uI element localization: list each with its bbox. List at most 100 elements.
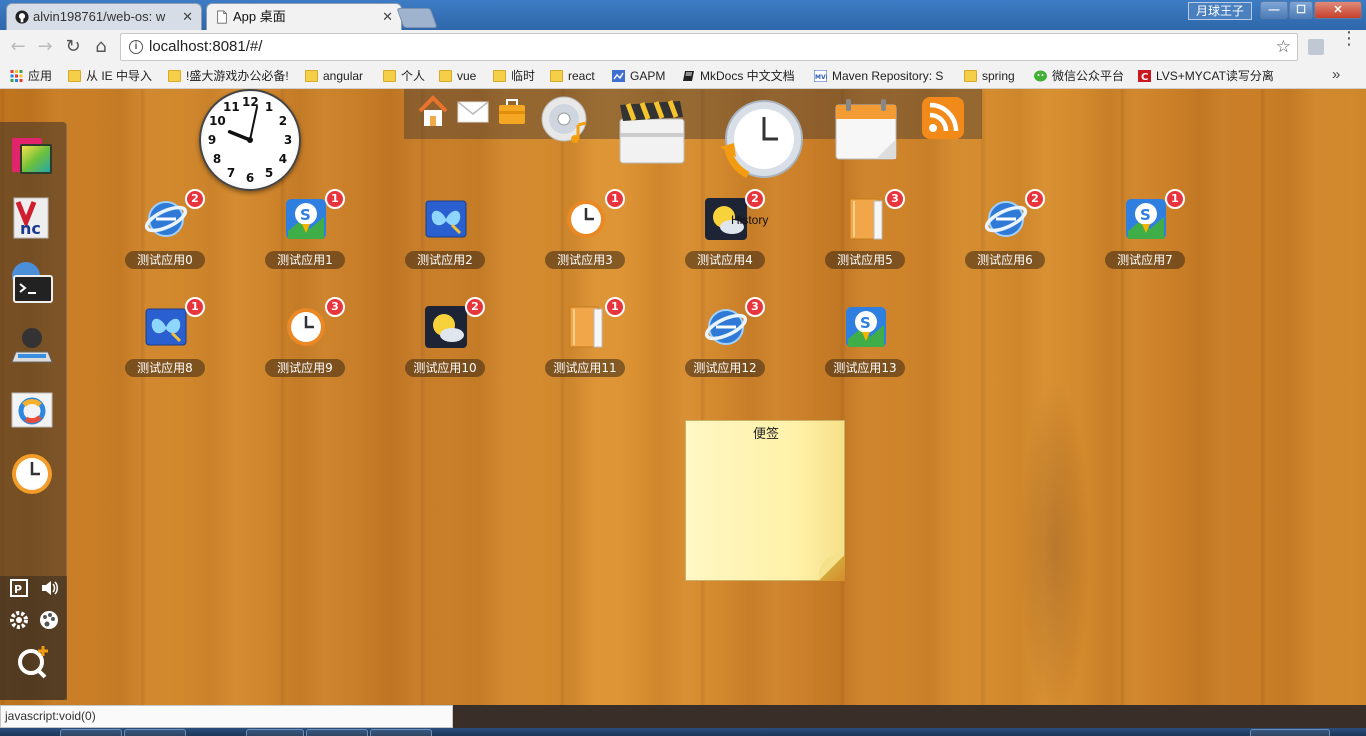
app-label: 测试应用11 [545, 359, 625, 377]
profile-button[interactable]: 月球王子 [1188, 2, 1252, 20]
app-label: 测试应用12 [685, 359, 765, 377]
bookmark-folder[interactable]: react [550, 68, 595, 86]
os-taskbar [0, 728, 1366, 736]
tab-app-desktop[interactable]: App 桌面 ✕ [206, 3, 402, 30]
bookmark-folder[interactable]: 从 IE 中导入 [68, 68, 152, 86]
home-nav-icon[interactable]: ⌂ [90, 36, 112, 58]
bookmark-maven[interactable]: MVN Maven Repository: S [814, 68, 943, 86]
status-bar: javascript:void(0) [0, 705, 453, 728]
app-icon-tile[interactable]: 测试应用3 1 [539, 189, 631, 273]
tab-title: App 桌面 [233, 9, 286, 24]
cd-music-icon[interactable] [540, 95, 592, 147]
app-label: 测试应用9 [265, 359, 345, 377]
app-icon-tile[interactable]: 测试应用8 1 [119, 297, 211, 381]
settings-gear-icon[interactable] [6, 609, 32, 633]
calendar-icon[interactable] [832, 97, 900, 165]
extension-icon[interactable] [1308, 39, 1324, 55]
back-arrow-icon[interactable]: ← [7, 36, 29, 58]
app-label: 测试应用8 [125, 359, 205, 377]
tab-github[interactable]: alvin198761/web-os: w ✕ [6, 3, 202, 30]
taskbar-item[interactable] [370, 729, 432, 736]
address-bar[interactable]: i localhost:8081/#/ ☆ [120, 33, 1298, 61]
sticky-note[interactable]: 便签 [685, 420, 845, 581]
github-icon [15, 10, 29, 24]
bookmark-folder[interactable]: !盛大游戏办公必备! [168, 68, 289, 86]
clapperboard-icon[interactable] [616, 97, 688, 169]
app-label: 测试应用1 [265, 251, 345, 269]
clock-icon [564, 197, 608, 241]
forward-arrow-icon[interactable]: → [34, 36, 56, 58]
app-icon-tile[interactable]: S 测试应用13 [819, 297, 911, 381]
new-tab-button[interactable] [396, 8, 438, 28]
app-icon-tile[interactable]: 测试应用9 3 [259, 297, 351, 381]
app-icon-tile[interactable]: S 测试应用7 1 [1099, 189, 1191, 273]
bookmark-label: 应用 [28, 69, 53, 83]
vnc-viewer-icon[interactable]: nc [8, 194, 56, 242]
qq-browser-icon[interactable] [8, 387, 56, 435]
home-icon[interactable] [418, 95, 448, 129]
add-app-icon[interactable] [14, 642, 54, 682]
bookmark-folder[interactable]: angular [305, 68, 363, 86]
history-clock-icon[interactable] [718, 97, 806, 187]
app-icon-tile[interactable]: 测试应用5 3 [819, 189, 911, 273]
butterfly-icon [144, 305, 188, 349]
bookmark-gapm[interactable]: GAPM [612, 68, 665, 86]
menu-kebab-icon[interactable]: ⋮ [1340, 30, 1358, 56]
tab-close-icon[interactable]: ✕ [182, 4, 193, 30]
app-label: 测试应用5 [825, 251, 905, 269]
folder-icon [439, 70, 452, 82]
bookmark-folder[interactable]: 临时 [493, 68, 535, 86]
page-curl [819, 555, 845, 581]
note-title: 便签 [752, 427, 779, 442]
app-icon-tile[interactable]: S 测试应用1 1 [259, 189, 351, 273]
bookmark-folder[interactable]: vue [439, 68, 476, 86]
info-icon[interactable]: i [129, 40, 143, 54]
browser-titlebar: alvin198761/web-os: w ✕ App 桌面 ✕ 月球王子 — … [0, 0, 1366, 30]
rss-icon[interactable] [920, 95, 966, 141]
scanner-icon[interactable] [8, 322, 56, 370]
taskbar-item[interactable] [1250, 729, 1330, 736]
taskbar-item[interactable] [246, 729, 304, 736]
taskbar-item[interactable] [306, 729, 368, 736]
notification-badge: 1 [1165, 189, 1185, 209]
tab-close-icon[interactable]: ✕ [382, 4, 393, 30]
notification-badge: 3 [745, 297, 765, 317]
taskbar-item[interactable] [124, 729, 186, 736]
briefcase-icon[interactable] [497, 97, 527, 127]
bookmark-folder[interactable]: 个人 [383, 68, 425, 86]
more-bookmarks-icon[interactable]: » [1332, 66, 1340, 83]
close-window-button[interactable]: ✕ [1314, 1, 1362, 19]
svg-text:P: P [14, 583, 22, 596]
bookmark-mkdocs[interactable]: MkDocs 中文文档 [682, 68, 795, 86]
folder-icon [305, 70, 318, 82]
app-icon-tile[interactable]: 测试应用11 1 [539, 297, 631, 381]
theme-palette-icon[interactable] [36, 609, 62, 633]
clock-widget[interactable]: 12 1 2 3 4 5 6 7 8 9 10 11 [199, 89, 301, 191]
weather-icon [424, 305, 468, 349]
bookmark-label: 从 IE 中导入 [86, 69, 153, 83]
app-icon-tile[interactable]: 测试应用6 2 [959, 189, 1051, 273]
notification-badge: 2 [1025, 189, 1045, 209]
app-icon-tile[interactable]: 测试应用4 2 History [679, 189, 771, 273]
reload-icon[interactable]: ↻ [62, 36, 84, 58]
folder-icon [68, 70, 81, 82]
bookmark-star-icon[interactable]: ☆ [1276, 34, 1291, 60]
app-icon-tile[interactable]: 测试应用2 [399, 189, 491, 273]
keyboard-shortcut-icon[interactable]: P [6, 578, 32, 602]
clock-icon[interactable] [8, 450, 56, 498]
minimize-button[interactable]: — [1260, 1, 1288, 19]
app-icon-tile[interactable]: 测试应用0 2 [119, 189, 211, 273]
bookmark-folder[interactable]: spring [964, 68, 1015, 86]
volume-icon[interactable] [36, 578, 62, 602]
app-icon-tile[interactable]: 测试应用12 3 [679, 297, 771, 381]
bookmark-wechat[interactable]: 微信公众平台 [1034, 68, 1124, 86]
clock-hands [227, 105, 259, 143]
mail-icon[interactable] [457, 99, 489, 125]
taskbar-item[interactable] [60, 729, 122, 736]
bookmark-csdn[interactable]: C LVS+MYCAT读写分离 [1138, 68, 1274, 86]
bookmark-apps[interactable]: 应用 [10, 68, 52, 86]
terminal-globe-icon[interactable] [8, 260, 56, 308]
photo-gallery-icon[interactable] [8, 132, 56, 180]
maximize-button[interactable]: ☐ [1289, 1, 1313, 19]
app-icon-tile[interactable]: 测试应用10 2 [399, 297, 491, 381]
